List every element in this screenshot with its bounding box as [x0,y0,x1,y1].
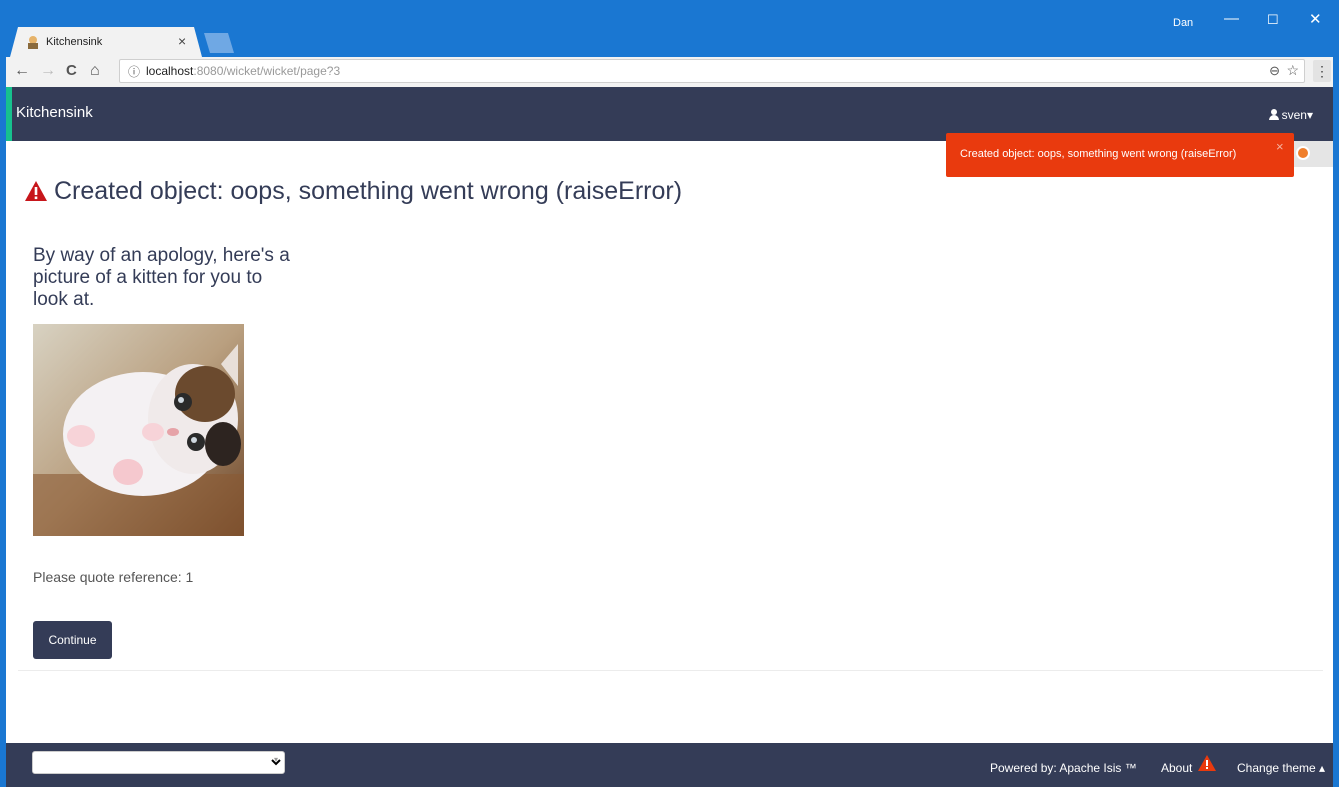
warning-icon [25,181,47,201]
bookmark-star-icon[interactable]: ☆ [1286,62,1299,79]
minimize-icon[interactable]: — [1224,10,1239,27]
home-icon[interactable]: ⌂ [90,62,100,80]
tab-close-icon[interactable]: × [178,33,186,49]
app-footer: ▾ Powered by: Apache Isis ™ About Change… [6,743,1333,787]
change-theme-menu[interactable]: Change theme ▴ [1237,761,1325,775]
browser-tab[interactable]: Kitchensink × [10,27,202,57]
new-tab-button[interactable] [204,33,234,53]
user-icon [1268,109,1279,120]
user-name: sven [1281,108,1307,122]
error-panel: Created object: oops, something went wro… [18,159,1323,671]
toast-close-icon[interactable]: × [1276,139,1284,154]
select-caret-icon: ▾ [274,755,279,764]
powered-by-link[interactable]: Powered by: Apache Isis ™ [990,761,1137,775]
browser-menu-icon[interactable]: ⋮ [1313,60,1331,82]
continue-button[interactable]: Continue [33,621,112,659]
url-text: localhost:8080/wicket/wicket/page?3 [146,64,341,78]
forward-icon[interactable]: → [40,62,56,80]
browser-toolbar: ← → C ⌂ ⓘ localhost:8080/wicket/wicket/p… [6,57,1333,87]
browser-titlebar: Kitchensink × Dan — ☐ ✕ [0,0,1339,58]
quote-reference: Please quote reference: 1 [33,569,194,585]
app-favicon-icon [28,36,38,49]
maximize-icon[interactable]: ☐ [1267,12,1279,28]
kitten-image [33,324,244,536]
page-viewport: Kitchensink sven▾ Created object: oops, … [6,87,1333,787]
notification-icon[interactable] [1296,146,1310,160]
navbar-accent [6,87,12,141]
app-brand[interactable]: Kitchensink [16,104,93,121]
apology-text: By way of an apology, here's a picture o… [33,245,290,310]
zoom-icon[interactable]: ⊖ [1269,63,1280,79]
page-title: Created object: oops, something went wro… [24,177,682,206]
address-bar[interactable]: ⓘ localhost:8080/wicket/wicket/page?3 ⊖ … [119,59,1305,83]
footer-select[interactable] [32,751,285,774]
warning-icon [1198,755,1216,771]
window-close-icon[interactable]: ✕ [1309,10,1322,28]
user-menu[interactable]: sven▾ [1268,108,1313,122]
chevron-down-icon: ▾ [1306,108,1313,122]
window-profile-name[interactable]: Dan [1173,17,1193,29]
back-icon[interactable]: ← [14,62,30,80]
error-heading: Created object: oops, something went wro… [54,177,683,205]
reload-icon[interactable]: C [66,62,77,79]
site-info-icon[interactable]: ⓘ [128,63,140,80]
tab-title: Kitchensink [46,36,103,48]
about-link[interactable]: About [1161,761,1192,775]
